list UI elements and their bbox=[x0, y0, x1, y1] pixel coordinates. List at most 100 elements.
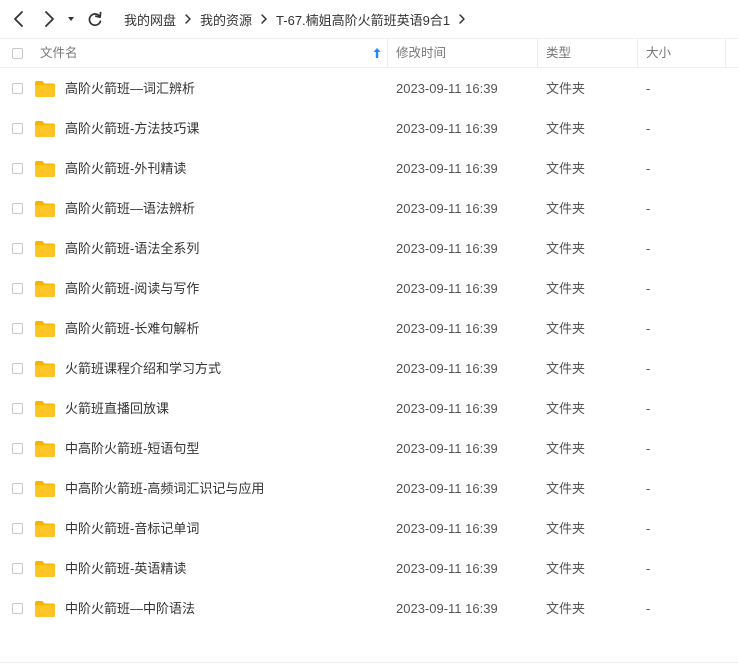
file-type: 文件夹 bbox=[546, 321, 586, 336]
file-name[interactable]: 中阶火箭班—中阶语法 bbox=[65, 589, 195, 629]
file-type: 文件夹 bbox=[546, 361, 586, 376]
file-name[interactable]: 高阶火箭班-长难句解析 bbox=[65, 309, 199, 349]
file-type: 文件夹 bbox=[546, 561, 586, 576]
row-checkbox[interactable] bbox=[12, 323, 23, 334]
row-checkbox[interactable] bbox=[12, 243, 23, 254]
file-type: 文件夹 bbox=[546, 161, 586, 176]
file-size: - bbox=[646, 241, 651, 256]
file-size: - bbox=[646, 521, 651, 536]
column-header-name[interactable]: 文件名 bbox=[40, 39, 78, 67]
file-name[interactable]: 火箭班直播回放课 bbox=[65, 389, 169, 429]
file-name[interactable]: 高阶火箭班-语法全系列 bbox=[65, 229, 199, 269]
file-size: - bbox=[646, 281, 651, 296]
back-button[interactable] bbox=[8, 8, 30, 30]
file-row[interactable]: 中阶火箭班—中阶语法 2023-09-11 16:39 文件夹 - bbox=[0, 589, 738, 629]
column-header-type[interactable]: 类型 bbox=[546, 39, 571, 67]
column-divider[interactable] bbox=[725, 39, 726, 67]
history-dropdown-button[interactable] bbox=[64, 8, 78, 30]
file-size: - bbox=[646, 401, 651, 416]
row-checkbox[interactable] bbox=[12, 603, 23, 614]
file-size: - bbox=[646, 561, 651, 576]
file-modified-time: 2023-09-11 16:39 bbox=[396, 361, 498, 376]
forward-button[interactable] bbox=[38, 8, 60, 30]
file-row[interactable]: 高阶火箭班—词汇辨析 2023-09-11 16:39 文件夹 - bbox=[0, 69, 738, 109]
row-checkbox[interactable] bbox=[12, 123, 23, 134]
file-name[interactable]: 中高阶火箭班-短语句型 bbox=[65, 429, 199, 469]
sort-up-arrow-icon[interactable] bbox=[372, 39, 382, 67]
file-row[interactable]: 高阶火箭班-方法技巧课 2023-09-11 16:39 文件夹 - bbox=[0, 109, 738, 149]
file-name[interactable]: 高阶火箭班—词汇辨析 bbox=[65, 69, 195, 109]
file-modified-time: 2023-09-11 16:39 bbox=[396, 401, 498, 416]
file-row[interactable]: 高阶火箭班-外刊精读 2023-09-11 16:39 文件夹 - bbox=[0, 149, 738, 189]
file-size: - bbox=[646, 361, 651, 376]
file-type: 文件夹 bbox=[546, 481, 586, 496]
breadcrumb-item-current-folder[interactable]: T-67.楠姐高阶火箭班英语9合1 bbox=[276, 10, 450, 29]
column-divider[interactable] bbox=[537, 39, 538, 67]
file-modified-time: 2023-09-11 16:39 bbox=[396, 161, 498, 176]
row-checkbox[interactable] bbox=[12, 283, 23, 294]
file-row[interactable]: 火箭班直播回放课 2023-09-11 16:39 文件夹 - bbox=[0, 389, 738, 429]
file-name[interactable]: 高阶火箭班-外刊精读 bbox=[65, 149, 186, 189]
folder-icon bbox=[34, 520, 56, 538]
row-checkbox[interactable] bbox=[12, 203, 23, 214]
folder-icon bbox=[34, 280, 56, 298]
file-modified-time: 2023-09-11 16:39 bbox=[396, 281, 498, 296]
file-row[interactable]: 中高阶火箭班-高频词汇识记与应用 2023-09-11 16:39 文件夹 - bbox=[0, 469, 738, 509]
file-row[interactable]: 火箭班课程介绍和学习方式 2023-09-11 16:39 文件夹 - bbox=[0, 349, 738, 389]
file-name[interactable]: 中阶火箭班-英语精读 bbox=[65, 549, 186, 589]
file-modified-time: 2023-09-11 16:39 bbox=[396, 521, 498, 536]
select-all-checkbox[interactable] bbox=[12, 48, 23, 59]
folder-icon bbox=[34, 80, 56, 98]
file-row[interactable]: 高阶火箭班—语法辨析 2023-09-11 16:39 文件夹 - bbox=[0, 189, 738, 229]
file-name[interactable]: 高阶火箭班-阅读与写作 bbox=[65, 269, 199, 309]
file-modified-time: 2023-09-11 16:39 bbox=[396, 81, 498, 96]
row-checkbox[interactable] bbox=[12, 363, 23, 374]
breadcrumb-item-my-drive[interactable]: 我的网盘 bbox=[124, 10, 176, 29]
row-checkbox[interactable] bbox=[12, 83, 23, 94]
file-modified-time: 2023-09-11 16:39 bbox=[396, 241, 498, 256]
file-modified-time: 2023-09-11 16:39 bbox=[396, 321, 498, 336]
file-name[interactable]: 高阶火箭班—语法辨析 bbox=[65, 189, 195, 229]
column-divider[interactable] bbox=[637, 39, 638, 67]
row-checkbox[interactable] bbox=[12, 483, 23, 494]
column-header-modified[interactable]: 修改时间 bbox=[396, 39, 446, 67]
refresh-button[interactable] bbox=[84, 8, 106, 30]
folder-icon bbox=[34, 440, 56, 458]
file-row[interactable]: 中阶火箭班-音标记单词 2023-09-11 16:39 文件夹 - bbox=[0, 509, 738, 549]
row-checkbox[interactable] bbox=[12, 523, 23, 534]
breadcrumb-separator-icon bbox=[257, 13, 271, 25]
file-row[interactable]: 高阶火箭班-语法全系列 2023-09-11 16:39 文件夹 - bbox=[0, 229, 738, 269]
file-type: 文件夹 bbox=[546, 521, 586, 536]
row-checkbox[interactable] bbox=[12, 563, 23, 574]
column-header-size[interactable]: 大小 bbox=[646, 39, 671, 67]
row-checkbox[interactable] bbox=[12, 443, 23, 454]
breadcrumb-item-my-resources[interactable]: 我的资源 bbox=[200, 10, 252, 29]
file-size: - bbox=[646, 441, 651, 456]
file-row[interactable]: 高阶火箭班-阅读与写作 2023-09-11 16:39 文件夹 - bbox=[0, 269, 738, 309]
file-modified-time: 2023-09-11 16:39 bbox=[396, 201, 498, 216]
file-modified-time: 2023-09-11 16:39 bbox=[396, 121, 498, 136]
file-size: - bbox=[646, 481, 651, 496]
folder-icon bbox=[34, 480, 56, 498]
column-divider[interactable] bbox=[387, 39, 388, 67]
file-modified-time: 2023-09-11 16:39 bbox=[396, 481, 498, 496]
folder-icon bbox=[34, 200, 56, 218]
row-checkbox[interactable] bbox=[12, 403, 23, 414]
folder-icon bbox=[34, 240, 56, 258]
file-name[interactable]: 高阶火箭班-方法技巧课 bbox=[65, 109, 199, 149]
file-type: 文件夹 bbox=[546, 121, 586, 136]
file-row[interactable]: 中高阶火箭班-短语句型 2023-09-11 16:39 文件夹 - bbox=[0, 429, 738, 469]
file-name[interactable]: 火箭班课程介绍和学习方式 bbox=[65, 349, 221, 389]
file-type: 文件夹 bbox=[546, 81, 586, 96]
folder-icon bbox=[34, 400, 56, 418]
file-size: - bbox=[646, 601, 651, 616]
breadcrumb-separator-icon bbox=[455, 13, 469, 25]
file-name[interactable]: 中高阶火箭班-高频词汇识记与应用 bbox=[65, 469, 264, 509]
file-type: 文件夹 bbox=[546, 201, 586, 216]
file-row[interactable]: 高阶火箭班-长难句解析 2023-09-11 16:39 文件夹 - bbox=[0, 309, 738, 349]
file-name[interactable]: 中阶火箭班-音标记单词 bbox=[65, 509, 199, 549]
file-size: - bbox=[646, 201, 651, 216]
row-checkbox[interactable] bbox=[12, 163, 23, 174]
file-row[interactable]: 中阶火箭班-英语精读 2023-09-11 16:39 文件夹 - bbox=[0, 549, 738, 589]
folder-icon bbox=[34, 600, 56, 618]
